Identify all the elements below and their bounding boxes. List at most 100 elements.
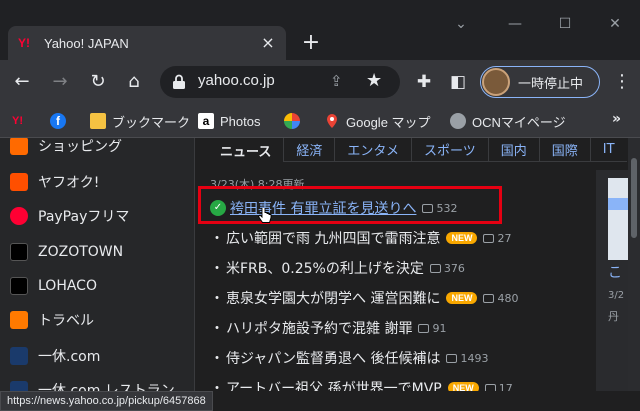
scrollbar-thumb[interactable]	[631, 158, 637, 238]
comment-count: 17	[484, 382, 513, 391]
pinwheel-icon	[284, 113, 300, 129]
bookmark-star-icon[interactable]: ★	[366, 70, 386, 91]
tab-search-chevron-icon[interactable]: ⌄	[446, 16, 476, 40]
sidebar-item-travel[interactable]: トラベル	[10, 308, 94, 332]
tab-it[interactable]: IT	[589, 138, 627, 162]
amazon-icon: a	[198, 113, 214, 129]
sidebar-item-label: ZOZOTOWN	[38, 244, 124, 260]
home-icon[interactable]: ⌂	[122, 70, 146, 94]
news-item[interactable]: ・ 米FRB、0.25%の利上げを決定 376	[210, 257, 590, 279]
tab-economy[interactable]: 経済	[283, 138, 335, 162]
lock-icon	[173, 74, 185, 89]
bookmark-ocn[interactable]: OCNマイページ	[450, 111, 566, 131]
profile-paused-label: 一時停止中	[518, 76, 584, 92]
sidebar-item-zozotown[interactable]: ZOZOTOWN	[10, 240, 123, 264]
bookmark-folder[interactable]: ブックマーク	[90, 111, 190, 131]
comment-icon	[484, 383, 496, 391]
avatar	[482, 68, 510, 96]
sidebar-item-paypay-flea[interactable]: PayPayフリマ	[10, 204, 129, 228]
maps-pin-icon	[327, 114, 337, 128]
pickup-text[interactable]: こ	[608, 262, 622, 282]
sidebar-item-label: ショッピング	[38, 139, 122, 155]
bookmarks-bar: Y! f ブックマーク a Photos Google マップ OCNマイページ…	[0, 104, 640, 138]
news-headline-link[interactable]: アートバー祖父 孫が世界一でMVP	[226, 378, 442, 391]
news-item[interactable]: ・ 恵泉女学園大が閉学へ 運営困難に NEW 480	[210, 287, 590, 309]
news-headline-link[interactable]: 米FRB、0.25%の利上げを決定	[226, 258, 424, 278]
service-sidebar: ショッピング ヤフオク! PayPayフリマ ZOZOTOWN LOHACO ト…	[0, 138, 195, 391]
back-icon[interactable]: ←	[10, 70, 34, 94]
comment-count: 376	[429, 262, 465, 275]
bookmark-google-maps[interactable]: Google マップ	[324, 111, 431, 131]
tab-title: Yahoo! JAPAN	[44, 35, 129, 51]
highlight-annotation	[198, 186, 502, 224]
sidebar-item-ikyu[interactable]: 一休.com	[10, 344, 100, 368]
close-tab-icon[interactable]: ×	[260, 35, 276, 51]
new-tab-button[interactable]: +	[298, 30, 324, 56]
comment-icon	[483, 233, 495, 243]
profile-paused-button[interactable]: 一時停止中	[480, 66, 600, 98]
status-url: https://news.yahoo.co.jp/pickup/6457868	[0, 391, 213, 411]
comment-count: 1493	[446, 352, 488, 365]
browser-menu-icon[interactable]: ⋮	[612, 70, 632, 94]
news-headline-link[interactable]: 広い範囲で雨 九州四国で雷雨注意	[226, 228, 440, 248]
extensions-puzzle-icon[interactable]: ✚	[412, 70, 436, 94]
comment-count: 480	[483, 292, 518, 305]
news-item[interactable]: ・ 広い範囲で雨 九州四国で雷雨注意 NEW 27	[210, 227, 590, 249]
globe-icon	[450, 113, 466, 129]
tab-yahoo-japan[interactable]: Y! Yahoo! JAPAN ×	[8, 26, 286, 60]
news-panel: ニュース 経済 エンタメ スポーツ 国内 国際 IT 3/23(木) 8:28更…	[196, 138, 640, 391]
news-item[interactable]: ・ 侍ジャパン監督勇退へ 後任候補は 1493	[210, 347, 590, 369]
comment-count: 27	[483, 232, 511, 245]
tab-news[interactable]: ニュース	[210, 138, 283, 162]
yahoo-favicon-icon: Y!	[18, 36, 30, 50]
hammer-icon	[10, 173, 28, 191]
more-bookmarks-icon[interactable]: »	[612, 111, 621, 127]
reload-icon[interactable]: ↻	[86, 70, 110, 94]
side-panel-icon[interactable]: ◧	[446, 70, 470, 94]
ikyu-icon	[10, 347, 28, 365]
news-tabs: ニュース 経済 エンタメ スポーツ 国内 国際 IT	[210, 138, 640, 168]
page-scrollbar[interactable]	[628, 138, 640, 391]
sidebar-item-label: ヤフオク!	[38, 175, 100, 191]
tab-sports[interactable]: スポーツ	[411, 138, 488, 162]
paypay-flea-icon	[10, 207, 28, 225]
close-window-icon[interactable]: ✕	[600, 16, 630, 40]
bookmark-photos[interactable]: a Photos	[198, 111, 260, 131]
bookmark-pinwheel[interactable]	[284, 111, 306, 131]
tab-international[interactable]: 国際	[538, 138, 590, 162]
sidebar-item-lohaco[interactable]: LOHACO	[10, 274, 97, 298]
browser-toolbar: ← → ↻ ⌂ yahoo.co.jp ⇪ ★ ✚ ◧ 一時停止中 ⋮	[0, 60, 640, 104]
sidebar-item-label: 一休.com レストラン	[38, 383, 175, 391]
comment-icon	[446, 353, 458, 363]
address-bar[interactable]: yahoo.co.jp ⇪ ★	[160, 66, 400, 98]
ikyu-restaurant-icon	[10, 381, 28, 391]
url-text: yahoo.co.jp	[198, 72, 275, 89]
news-headline-link[interactable]: 恵泉女学園大が閉学へ 運営困難に	[226, 288, 440, 308]
sidebar-item-shopping[interactable]: ショッピング	[10, 138, 122, 158]
news-item[interactable]: ・ アートバー祖父 孫が世界一でMVP NEW 17	[210, 377, 590, 391]
tab-strip: Y! Yahoo! JAPAN × + ⌄ — ☐ ✕	[0, 0, 640, 60]
sidebar-item-label: PayPayフリマ	[38, 209, 130, 225]
maximize-icon[interactable]: ☐	[550, 16, 580, 40]
tab-domestic[interactable]: 国内	[487, 138, 539, 162]
minimize-icon[interactable]: —	[500, 16, 530, 40]
pickup-source: 丹	[608, 310, 619, 323]
share-icon[interactable]: ⇪	[330, 72, 350, 92]
sidebar-item-yahuoku[interactable]: ヤフオク!	[10, 170, 99, 194]
status-bar: https://news.yahoo.co.jp/pickup/6457868	[0, 391, 640, 411]
forward-icon[interactable]: →	[48, 70, 72, 94]
zozo-icon	[10, 243, 28, 261]
comment-icon	[483, 293, 495, 303]
bookmark-facebook[interactable]: f	[50, 111, 72, 131]
lohaco-icon	[10, 277, 28, 295]
news-headline-link[interactable]: 侍ジャパン監督勇退へ 後任候補は	[226, 348, 440, 368]
sidebar-item-ikyu-restaurant[interactable]: 一休.com レストラン	[10, 378, 175, 391]
sidebar-item-label: 一休.com	[38, 349, 101, 365]
news-headline-link[interactable]: ハリポタ施設予約で混雑 謝罪	[226, 318, 412, 338]
bookmark-label: Google マップ	[346, 114, 431, 130]
bookmark-yahoo[interactable]: Y!	[12, 111, 34, 131]
tab-entertainment[interactable]: エンタメ	[334, 138, 411, 162]
news-item[interactable]: ・ ハリポタ施設予約で混雑 謝罪 91	[210, 317, 590, 339]
new-badge: NEW	[446, 232, 478, 244]
web-page: ショッピング ヤフオク! PayPayフリマ ZOZOTOWN LOHACO ト…	[0, 138, 640, 391]
